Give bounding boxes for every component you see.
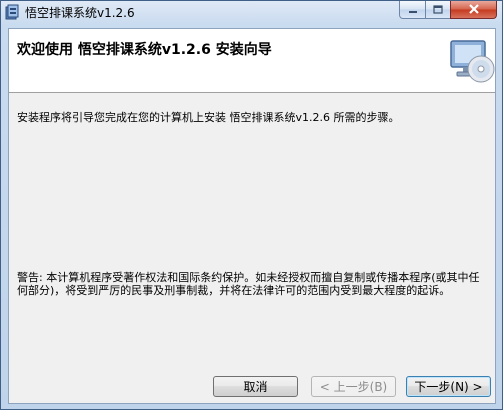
maximize-icon [433, 3, 443, 17]
computer-cd-icon [447, 37, 495, 85]
maximize-button[interactable] [425, 1, 451, 19]
close-button[interactable] [450, 1, 497, 19]
wizard-client-area: 欢迎使用 悟空排课系统v1.2.6 安装向导 安装程序将引导您完成在您的计算机上… [8, 28, 496, 404]
copyright-warning: 警告: 本计算机程序受著作权法和国际条约保护。如未经授权而擅自复制或传播本程序(… [17, 271, 480, 297]
minimize-icon [408, 3, 418, 17]
installer-app-icon [5, 4, 20, 20]
window-title: 悟空排课系统v1.2.6 [25, 6, 135, 20]
wizard-heading: 欢迎使用 悟空排课系统v1.2.6 安装向导 [17, 42, 272, 58]
back-button[interactable]: < 上一步(B) [311, 376, 396, 397]
wizard-header-banner: 欢迎使用 悟空排课系统v1.2.6 安装向导 [9, 29, 495, 93]
next-button[interactable]: 下一步(N) > [406, 376, 491, 397]
close-icon [468, 3, 480, 17]
wizard-description: 安装程序将引导您完成在您的计算机上安装 悟空排课系统v1.2.6 所需的步骤。 [17, 111, 400, 124]
minimize-button[interactable] [399, 1, 426, 19]
title-bar[interactable]: 悟空排课系统v1.2.6 [1, 1, 502, 23]
installer-window: 悟空排课系统v1.2.6 欢迎使用 悟空排课系统v1.2.6 安装向导 安装程序… [0, 0, 503, 410]
cancel-button[interactable]: 取消 [213, 376, 298, 397]
